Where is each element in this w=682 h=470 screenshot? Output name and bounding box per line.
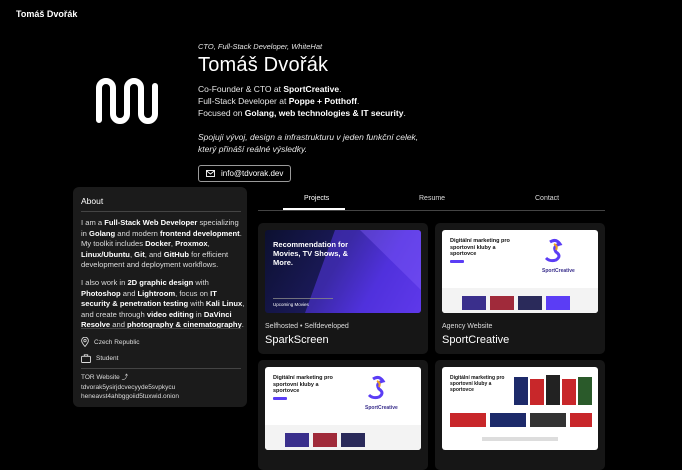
location-pin-icon [81,337,89,347]
highlight-text: Git [134,249,145,259]
project-card[interactable]: Digitální marketing pro sportovní kluby … [258,360,428,470]
thumbnail-label: Upcoming Movies [273,302,309,307]
location-row: Czech Republic [81,337,140,347]
project-thumbnail: Digitální marketing pro sportovní kluby … [442,367,598,450]
about-paragraph-1: I am a Full-Stack Web Developer speciali… [81,218,245,271]
about-title: About [81,196,104,206]
logo-icon [96,78,158,124]
thumbnail-heading: Recommendation for Movies, TV Shows, & M… [273,240,349,267]
highlight-text: Full-Stack Web Developer [104,218,198,227]
project-card[interactable]: Digitální marketing pro sportovní kluby … [435,360,605,470]
about-paragraph-2: I also work in 2D graphic design with Ph… [81,278,245,331]
project-card-sparkscreen[interactable]: Recommendation for Movies, TV Shows, & M… [258,223,428,354]
project-subtitle: Agency Website [442,323,493,330]
about-text: I am a Full-Stack Web Developer speciali… [81,218,245,338]
highlight-text: Proxmox [175,239,208,249]
highlight-text: video editing [146,309,194,319]
body-text: I also work in [81,277,128,287]
email-label: info@tdvorak.dev [221,169,284,178]
email-button[interactable]: info@tdvorak.dev [198,165,292,182]
body-text: with [193,277,209,287]
highlight-text: frontend development [159,228,240,238]
project-subtitle: Selfhosted • Selfdeveloped [265,323,349,330]
divider [81,368,241,369]
thumbnail-label: SportCreative [365,405,398,411]
hero: CTO, Full-Stack Developer, WhiteHat Tomá… [198,42,498,182]
mail-icon [206,170,215,177]
thumbnail-label: SportCreative [542,268,575,274]
body-text: and modern [115,228,160,238]
highlight-text: Golang [89,228,116,238]
highlight-text: 2D graphic design [127,277,194,287]
body-text: . [241,320,244,330]
body-text: in [193,309,204,319]
body-text: with [188,299,206,309]
thumbnail-art [450,375,592,441]
project-thumbnail: Digitální marketing pro sportovní kluby … [265,367,421,450]
highlight-text: Lightroom [137,288,176,298]
location-label: Czech Republic [94,338,140,346]
highlight-text: GitHub [163,249,190,259]
hero-bio: Co-Founder & CTO at SportCreative. Full-… [198,84,406,118]
project-title: SparkScreen [265,334,329,346]
tab-contact[interactable]: Contact [535,195,559,202]
body-text: I am a [81,218,105,227]
body-text: and [120,288,138,298]
page-title: Tomáš Dvořák [198,54,329,76]
highlight-text: Photoshop [81,288,121,298]
body-text: , and [144,249,164,259]
tor-website-link[interactable]: TOR Website ⤴ [81,371,128,381]
project-title: SportCreative [442,334,510,346]
project-card-sportcreative[interactable]: Digitální marketing pro sportovní kluby … [435,223,605,354]
active-tab-indicator [283,208,345,210]
status-row: Student [81,354,118,363]
top-bar: Tomáš Dvořák [0,0,682,28]
highlight-text: Docker [145,239,171,249]
briefcase-icon [81,354,91,363]
tab-projects[interactable]: Projects [304,195,329,202]
highlight-text: Kali Linux [205,299,243,309]
divider [81,211,241,212]
role-line: CTO, Full-Stack Developer, WhiteHat [198,42,323,51]
project-thumbnail: Recommendation for Movies, TV Shows, & M… [265,230,421,313]
highlight-text: Linux/Ubuntu [81,249,130,259]
tab-resume[interactable]: Resume [419,195,445,202]
project-thumbnail: Digitální marketing pro sportovní kluby … [442,230,598,313]
about-panel: About I am a Full-Stack Web Developer sp… [73,187,247,407]
tagline: Spojuji vývoj, design a infrastrukturu v… [198,132,419,154]
body-text: , focus on [175,288,211,298]
divider [81,328,241,329]
site-brand[interactable]: Tomáš Dvořák [16,9,77,19]
body-text: , [207,239,210,249]
tor-address[interactable]: tdvorak5ysirjdcvecyyde5svpkycu heneavst4… [81,383,179,401]
status-label: Student [96,355,119,362]
